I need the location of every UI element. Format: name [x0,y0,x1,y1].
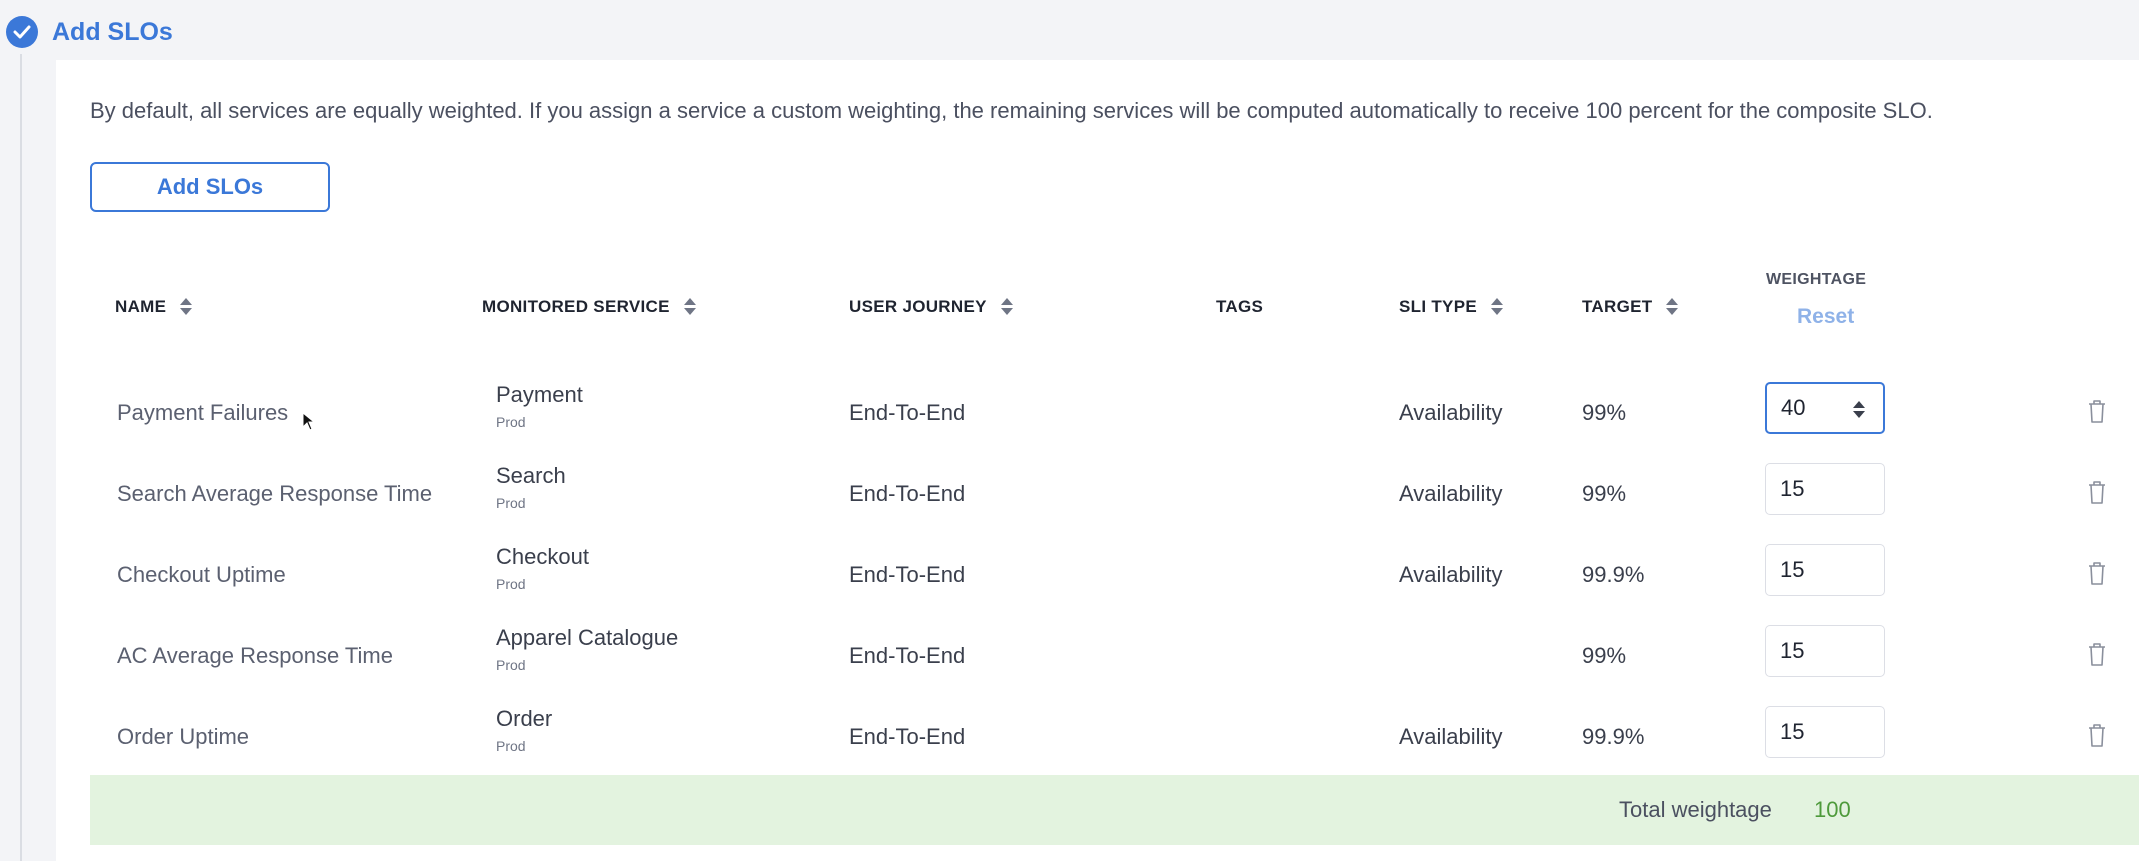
monitored-service: Order [496,706,553,731]
column-header-sli-type[interactable]: SLI TYPE [1399,297,1503,317]
trash-icon[interactable] [2087,479,2107,505]
sort-icon[interactable] [1490,297,1503,317]
target: 99.9% [1582,724,1645,749]
sli-type: Availability [1399,724,1503,749]
weightage-value: 15 [1780,719,1805,744]
slo-name: Payment Failures [117,400,289,425]
weightage-value: 15 [1780,557,1805,582]
column-header-name-label: NAME [115,297,167,316]
column-header-weightage: WEIGHTAGE [1766,271,1867,288]
sort-icon[interactable] [683,297,696,317]
monitored-service: Payment [496,382,583,407]
weightage-input[interactable]: 15 [1765,706,1885,758]
slo-name: Search Average Response Time [117,481,433,506]
column-header-sli-label: SLI TYPE [1399,297,1477,316]
number-stepper-icon[interactable] [1853,400,1865,420]
service-env: Prod [496,657,526,673]
service-env: Prod [496,576,526,592]
user-journey: End-To-End [849,400,966,425]
table-row: AC Average Response Time Apparel Catalog… [90,615,2120,695]
reset-weightage-link[interactable]: Reset [1797,305,1854,329]
user-journey: End-To-End [849,562,966,587]
check-circle-icon [6,16,38,48]
section-title: Add SLOs [52,18,173,46]
slo-name: Order Uptime [117,724,250,749]
sli-type: Availability [1399,562,1503,587]
trash-icon[interactable] [2087,641,2107,667]
trash-icon[interactable] [2087,722,2107,748]
user-journey: End-To-End [849,643,966,668]
step-rail [20,54,22,861]
column-header-user-journey[interactable]: USER JOURNEY [849,297,1013,317]
sort-icon[interactable] [1666,297,1679,317]
mouse-cursor-icon [302,412,316,431]
target: 99% [1582,643,1627,668]
user-journey: End-To-End [849,724,966,749]
weightage-value: 15 [1780,638,1805,663]
weightage-value: 15 [1780,476,1805,501]
sort-icon[interactable] [180,297,193,317]
slo-name: Checkout Uptime [117,562,286,587]
target: 99.9% [1582,562,1645,587]
total-weightage-bar: Total weightage 100 [90,775,2139,845]
weightage-input[interactable]: 15 [1765,463,1885,515]
trash-icon[interactable] [2087,398,2107,424]
weightage-value: 40 [1781,395,1806,420]
column-header-target[interactable]: TARGET [1582,297,1679,317]
column-header-service-label: MONITORED SERVICE [482,297,670,316]
monitored-service: Apparel Catalogue [496,625,679,650]
table-row: Payment Failures Payment Prod End-To-End… [90,372,2120,452]
column-header-tags: TAGS [1216,297,1263,317]
table-row: Checkout Uptime Checkout Prod End-To-End… [90,534,2120,614]
section-header: Add SLOs [0,0,2139,66]
column-header-target-label: TARGET [1582,297,1653,316]
sli-type: Availability [1399,400,1503,425]
total-weightage-label: Total weightage [1619,797,1772,822]
weightage-input[interactable]: 15 [1765,625,1885,677]
service-env: Prod [496,738,526,754]
weighting-description: By default, all services are equally wei… [90,98,1933,123]
add-slos-button[interactable]: Add SLOs [90,162,330,212]
column-header-tags-label: TAGS [1216,297,1264,316]
user-journey: End-To-End [849,481,966,506]
weightage-input[interactable]: 40 [1765,382,1885,434]
total-weightage-value: 100 [1814,797,1851,822]
table-row: Order Uptime Order Prod End-To-End Avail… [90,696,2120,776]
monitored-service: Checkout [496,544,589,569]
column-header-journey-label: USER JOURNEY [849,297,987,316]
target: 99% [1582,400,1627,425]
sort-icon[interactable] [1000,297,1013,317]
column-header-name[interactable]: NAME [115,297,193,317]
target: 99% [1582,481,1627,506]
weightage-input[interactable]: 15 [1765,544,1885,596]
column-header-monitored-service[interactable]: MONITORED SERVICE [482,297,696,317]
service-env: Prod [496,414,526,430]
trash-icon[interactable] [2087,560,2107,586]
table-row: Search Average Response Time Search Prod… [90,453,2120,533]
service-env: Prod [496,495,526,511]
monitored-service: Search [496,463,566,488]
sli-type: Availability [1399,481,1503,506]
slo-name: AC Average Response Time [117,643,393,668]
